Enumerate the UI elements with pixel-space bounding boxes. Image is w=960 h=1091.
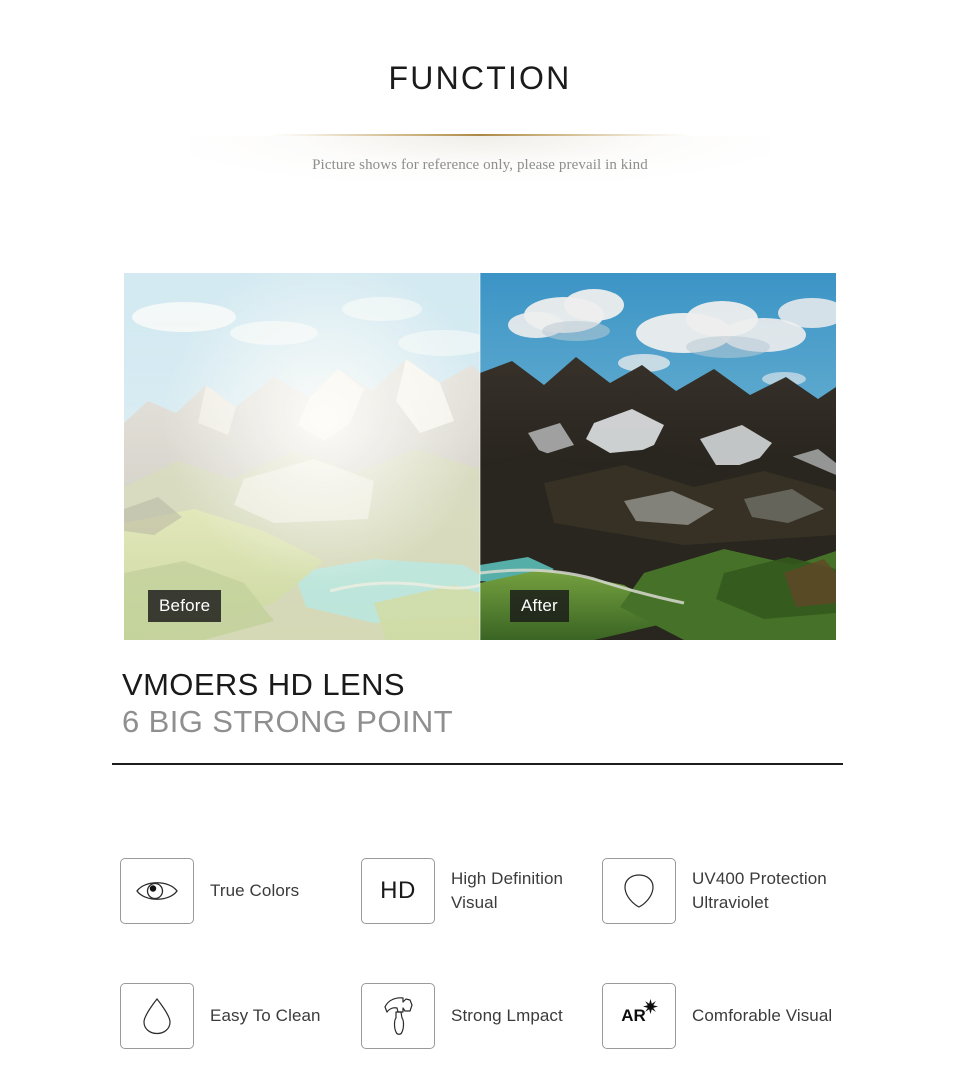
- feature-row: Easy To Clean Strong Lmpact AR Comforabl…: [120, 953, 880, 1078]
- water-drop-icon: [120, 982, 194, 1049]
- before-badge: Before: [148, 590, 222, 622]
- feature-grid: True Colors HD High Definition Visual UV4…: [120, 828, 880, 1078]
- ar-label-wrap: AR: [621, 998, 658, 1026]
- sparkle-icon: [642, 998, 658, 1014]
- hd-text-icon: HD: [361, 857, 435, 924]
- before-after-comparison-image: [124, 273, 836, 640]
- landscape-illustration: [124, 273, 836, 640]
- after-badge: After: [510, 590, 569, 622]
- feature-item-easy-to-clean: Easy To Clean: [120, 953, 361, 1078]
- feature-label: UV400 Protection Ultraviolet: [692, 868, 827, 912]
- feature-label: Strong Lmpact: [451, 1005, 563, 1025]
- feature-label: Easy To Clean: [210, 1005, 321, 1025]
- page-title: FUNCTION: [388, 60, 572, 96]
- feature-label: Comforable Visual: [692, 1005, 833, 1025]
- shield-icon: [602, 857, 676, 924]
- feature-item-comfortable-visual: AR Comforable Visual: [602, 953, 880, 1078]
- product-heading-primary: VMOERS HD LENS: [122, 667, 405, 702]
- hammer-icon: [361, 982, 435, 1049]
- feature-row: True Colors HD High Definition Visual UV4…: [120, 828, 880, 953]
- feature-item-uv400: UV400 Protection Ultraviolet: [602, 828, 880, 953]
- page-subtitle: Picture shows for reference only, please…: [312, 157, 648, 173]
- gold-divider: [270, 134, 690, 136]
- feature-item-high-definition: HD High Definition Visual: [361, 828, 602, 953]
- ar-star-icon: AR: [602, 982, 676, 1049]
- feature-item-strong-impact: Strong Lmpact: [361, 953, 602, 1078]
- eye-icon: [120, 857, 194, 924]
- hd-label: HD: [380, 876, 416, 904]
- feature-label: True Colors: [210, 880, 300, 900]
- feature-item-true-colors: True Colors: [120, 828, 361, 953]
- section-divider-rule: [112, 763, 843, 765]
- feature-label: High Definition Visual: [451, 868, 564, 912]
- product-heading-secondary: 6 BIG STRONG POINT: [122, 704, 454, 739]
